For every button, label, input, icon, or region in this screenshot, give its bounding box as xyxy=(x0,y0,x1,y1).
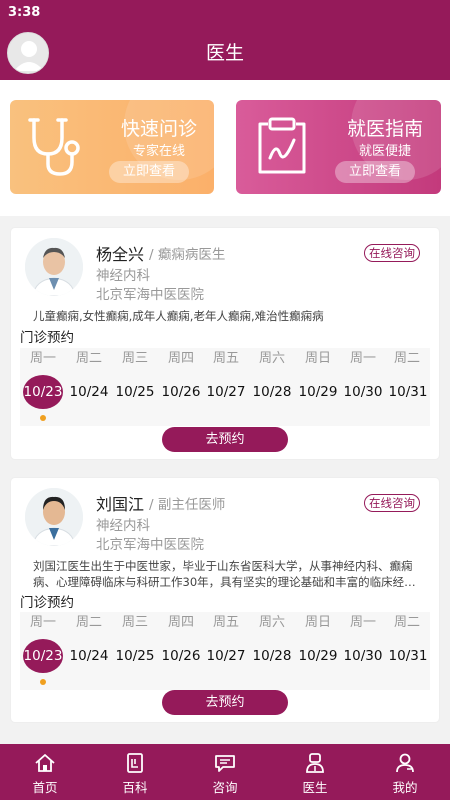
weekday-label: 周四 xyxy=(167,351,194,366)
tab-consult[interactable]: 咨询 xyxy=(180,744,270,800)
date-cell[interactable]: 10/30 xyxy=(341,375,385,409)
doctor-name: 刘国江 xyxy=(96,495,145,514)
doctor-card[interactable]: 刘国江 / 副主任医师 神经内科 北京军海中医医院 在线咨询 刘国江医生出生于中… xyxy=(11,478,439,722)
date-cell[interactable]: 10/24 xyxy=(67,375,111,409)
tab-label: 医生 xyxy=(302,780,328,795)
doctor-department: 神经内科 xyxy=(96,268,150,284)
date-cell[interactable]: 10/27 xyxy=(204,375,248,409)
tab-home[interactable]: 首页 xyxy=(0,744,90,800)
weekday-label: 周三 xyxy=(121,615,148,630)
date-cell[interactable]: 10/29 xyxy=(296,639,340,673)
tab-label: 我的 xyxy=(392,780,418,795)
guide-banner[interactable]: 就医指南 就医便捷 立即查看 xyxy=(236,100,441,194)
weekday-label: 周二 xyxy=(75,615,102,630)
date-cell[interactable]: 10/29 xyxy=(296,375,340,409)
date-cell[interactable]: 10/28 xyxy=(250,639,294,673)
date-cell[interactable]: 10/31 xyxy=(386,375,430,409)
tab-label: 首页 xyxy=(32,780,58,795)
date-cell[interactable]: 10/24 xyxy=(67,639,111,673)
doctor-hospital: 北京军海中医医院 xyxy=(96,287,204,303)
banner-title: 就医指南 xyxy=(346,118,423,140)
date-cell[interactable]: 10/30 xyxy=(341,639,385,673)
app-header: 医生 xyxy=(0,26,450,80)
guide-view-button[interactable]: 立即查看 xyxy=(335,161,415,183)
page-title: 医生 xyxy=(205,42,244,64)
doctor-portrait-icon xyxy=(25,238,83,296)
doctor-hospital: 北京军海中医医院 xyxy=(96,537,204,553)
quick-consult-view-button[interactable]: 立即查看 xyxy=(109,161,189,183)
appointment-label: 门诊预约 xyxy=(20,595,74,611)
date-selected[interactable]: 10/23 xyxy=(23,375,63,409)
banner-title: 快速问诊 xyxy=(120,118,197,140)
doctor-name: 杨全兴 xyxy=(96,245,145,264)
availability-dot xyxy=(40,415,46,421)
doctor-photo xyxy=(25,238,83,296)
guide-document-icon xyxy=(258,117,306,174)
tab-mine[interactable]: 我的 xyxy=(360,744,450,800)
date-cell[interactable]: 10/27 xyxy=(204,639,248,673)
weekday-label: 周五 xyxy=(212,351,239,366)
bottom-tab-bar: 首页 百科 咨询 医生 我的 xyxy=(0,744,450,800)
weekday-label: 周六 xyxy=(258,351,285,366)
user-icon xyxy=(396,753,414,773)
date-cell[interactable]: 10/26 xyxy=(159,639,203,673)
weekday-label: 周二 xyxy=(393,351,420,366)
weekday-label: 周三 xyxy=(121,351,148,366)
appointment-calendar: 周一 周二 周三 周四 周五 周六 周日 周一 周二 10/23 10/24 1… xyxy=(20,612,430,690)
banner-subtitle: 专家在线 xyxy=(132,144,185,159)
doctor-specialties: 儿童癫痫,女性癫痫,成年人癫痫,老年人癫痫,难治性癫痫病 xyxy=(33,309,324,323)
tab-doctor[interactable]: 医生 xyxy=(270,744,360,800)
weekday-label: 周六 xyxy=(258,615,285,630)
home-icon xyxy=(35,754,55,772)
date-cell[interactable]: 10/31 xyxy=(386,639,430,673)
weekday-label: 周二 xyxy=(75,351,102,366)
doctor-card[interactable]: 杨全兴 / 癫痫病医生 神经内科 北京军海中医医院 在线咨询 儿童癫痫,女性癫痫… xyxy=(11,228,439,459)
quick-consult-banner[interactable]: 快速问诊 专家在线 立即查看 xyxy=(10,100,214,194)
online-consult-button[interactable]: 在线咨询 xyxy=(364,494,420,512)
weekday-label: 周二 xyxy=(393,615,420,630)
date-cell[interactable]: 10/25 xyxy=(113,639,157,673)
tab-encyclopedia[interactable]: 百科 xyxy=(90,744,180,800)
weekday-label: 周一 xyxy=(349,351,376,366)
doctor-icon xyxy=(306,753,324,773)
weekday-label: 周四 xyxy=(167,615,194,630)
doctor-biography: 刘国江医生出生于中医世家，毕业于山东省医科大学，从事神经内科、癫痫病、心理障碍临… xyxy=(33,559,413,589)
stethoscope-icon xyxy=(28,118,80,176)
date-selected[interactable]: 10/23 xyxy=(23,639,63,673)
encyclopedia-icon xyxy=(127,753,143,773)
book-appointment-button[interactable]: 去预约 xyxy=(162,427,288,452)
date-cell[interactable]: 10/25 xyxy=(113,375,157,409)
weekday-label: 周一 xyxy=(29,615,56,630)
doctor-title: / 癫痫病医生 xyxy=(149,247,226,263)
online-consult-button[interactable]: 在线咨询 xyxy=(364,244,420,262)
status-time: 3:38 xyxy=(8,5,41,20)
weekday-label: 周日 xyxy=(304,615,331,630)
weekday-label: 周一 xyxy=(29,351,56,366)
tab-label: 咨询 xyxy=(212,780,238,795)
status-bar: 3:38 xyxy=(0,0,450,26)
availability-dot xyxy=(40,679,46,685)
weekday-label: 周五 xyxy=(212,615,239,630)
banner-subtitle: 就医便捷 xyxy=(358,144,411,159)
tab-label: 百科 xyxy=(122,780,148,795)
weekday-label: 周一 xyxy=(349,615,376,630)
doctor-portrait-icon xyxy=(25,488,83,546)
appointment-calendar: 周一 周二 周三 周四 周五 周六 周日 周一 周二 10/23 10/24 1… xyxy=(20,348,430,426)
doctor-photo xyxy=(25,488,83,546)
doctor-title: / 副主任医师 xyxy=(149,497,226,513)
chat-icon xyxy=(215,755,235,772)
date-cell[interactable]: 10/28 xyxy=(250,375,294,409)
appointment-label: 门诊预约 xyxy=(20,330,74,346)
doctor-department: 神经内科 xyxy=(96,518,150,534)
date-cell[interactable]: 10/26 xyxy=(159,375,203,409)
banner-area: 快速问诊 专家在线 立即查看 就医指南 就医便捷 立即查看 xyxy=(0,80,450,216)
book-appointment-button[interactable]: 去预约 xyxy=(162,690,288,715)
weekday-label: 周日 xyxy=(304,351,331,366)
